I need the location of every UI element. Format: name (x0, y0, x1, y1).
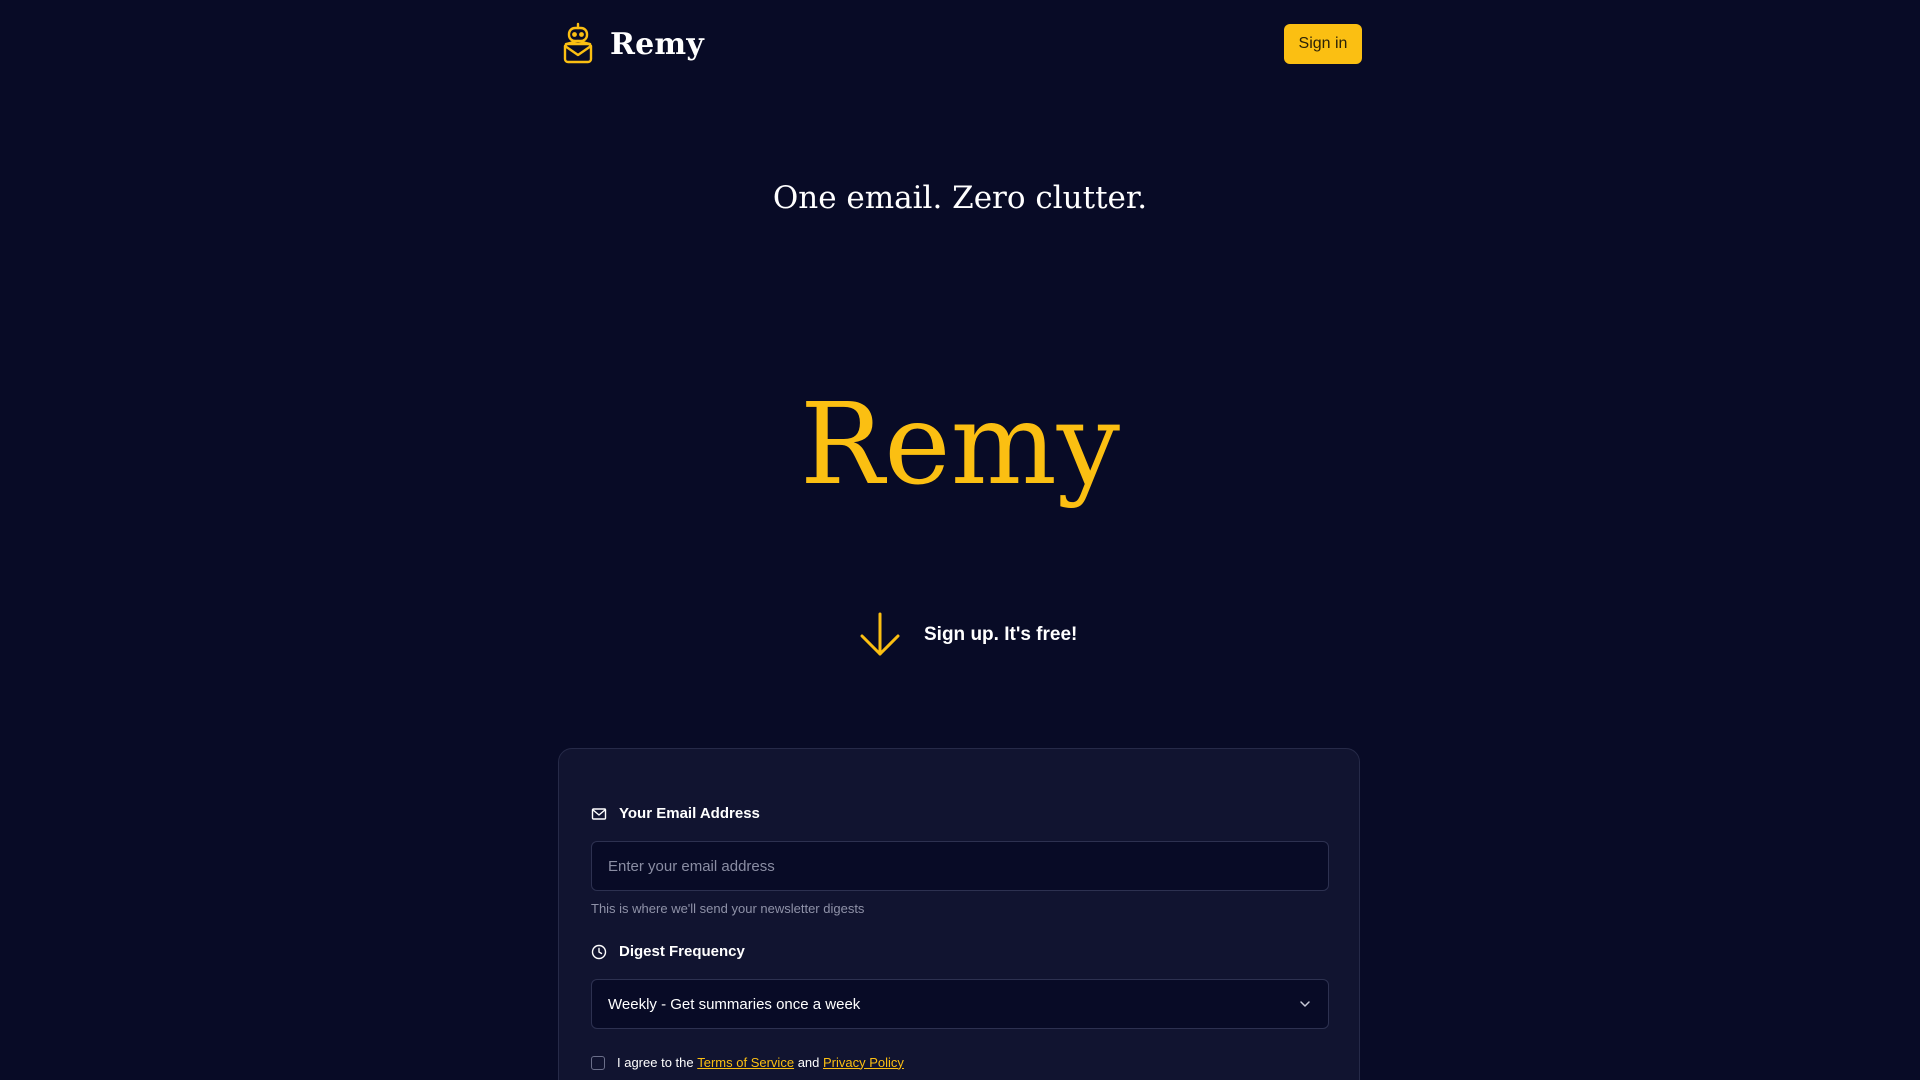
signup-cta: Sign up. It's free! (858, 610, 1077, 660)
landing-page: Remy Sign in One email. Zero clutter. Re… (0, 0, 1920, 1080)
email-helper-text: This is where we'll send your newsletter… (591, 901, 865, 916)
frequency-select[interactable]: Weekly - Get summaries once a week (591, 979, 1329, 1029)
cta-text: Sign up. It's free! (924, 624, 1078, 645)
agreement-prefix: I agree to the (617, 1054, 694, 1070)
signup-form-card: Your Email Address This is where we'll s… (558, 748, 1360, 1080)
email-label-text: Your Email Address (619, 805, 760, 822)
brand-logo-link[interactable]: Remy (558, 22, 704, 66)
top-bar: Remy Sign in (558, 22, 1362, 66)
terms-of-service-link[interactable]: Terms of Service (697, 1055, 794, 1070)
email-input[interactable] (591, 841, 1329, 891)
arrow-down-icon (860, 612, 900, 656)
frequency-label-text: Digest Frequency (619, 943, 745, 960)
frequency-selected-value: Weekly - Get summaries once a week (608, 995, 861, 1013)
sign-in-button[interactable]: Sign in (1284, 24, 1362, 64)
email-label: Your Email Address (591, 805, 760, 822)
robot-mail-icon (563, 22, 593, 64)
tagline: One email. Zero clutter. (772, 180, 1148, 216)
terms-agreement: I agree to the Terms of Service and Priv… (591, 1054, 904, 1070)
agreement-middle: and (797, 1054, 820, 1070)
clock-icon (591, 944, 607, 959)
envelope-icon (591, 807, 607, 820)
terms-checkbox[interactable] (591, 1056, 605, 1070)
brand-name: Remy (610, 26, 704, 62)
chevron-down-icon (1300, 1001, 1310, 1007)
frequency-label: Digest Frequency (591, 943, 745, 960)
hero-title: Remy (799, 380, 1121, 510)
privacy-policy-link[interactable]: Privacy Policy (823, 1055, 904, 1070)
